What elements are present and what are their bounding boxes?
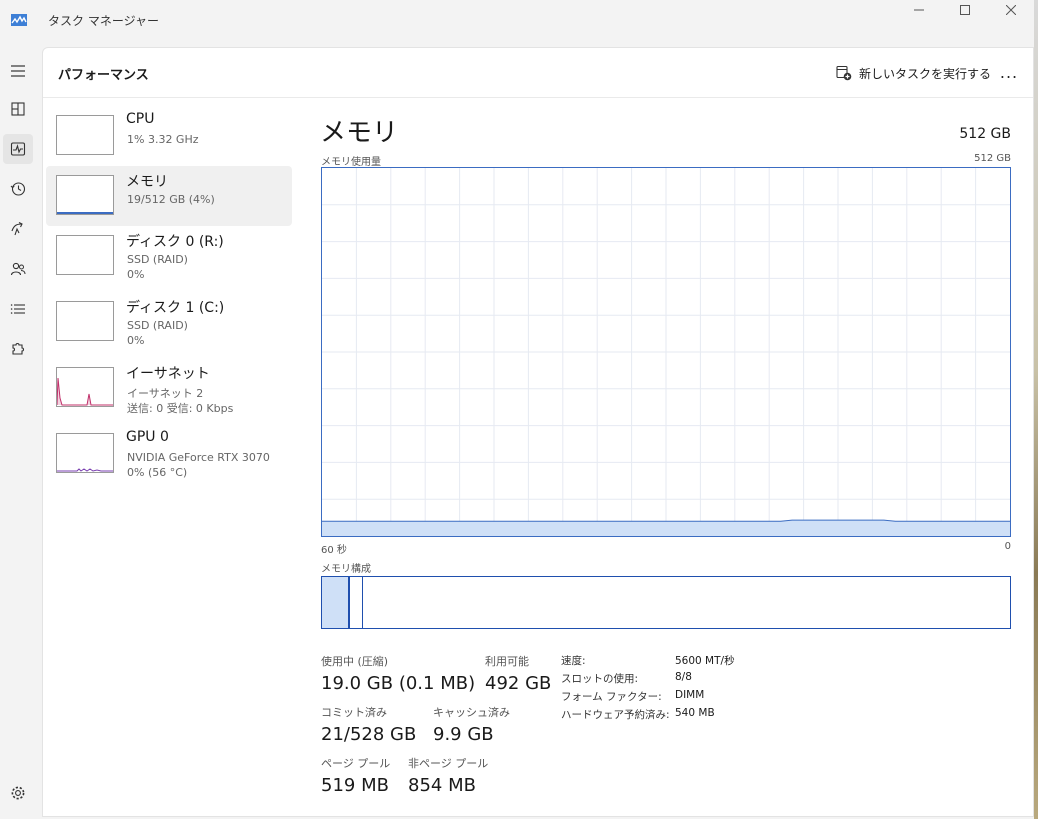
speed-label: 速度: [561, 655, 586, 667]
memory-thumbnail-graph [56, 175, 114, 215]
disk-1-thumbnail-graph [56, 301, 114, 341]
detail-title: メモリ [320, 118, 399, 148]
resource-usage: 0% [127, 268, 145, 281]
paged-pool-value: 519 MB [321, 775, 389, 796]
ethernet-thumbnail-graph [56, 367, 114, 407]
run-new-task-label: 新しいタスクを実行する [859, 66, 992, 81]
nav-performance-button[interactable] [3, 134, 33, 164]
memory-composition-label: メモリ構成 [321, 564, 371, 575]
memory-usage-label: メモリ使用量 [321, 157, 381, 168]
resource-detail: SSD (RAID) [127, 319, 188, 332]
window-title: タスク マネージャー [48, 14, 159, 28]
minimize-icon [914, 9, 924, 11]
close-button[interactable] [988, 0, 1034, 20]
available-value: 492 GB [485, 673, 552, 694]
resource-item-disk-0[interactable]: ディスク 0 (R:) SSD (RAID) 0% [46, 226, 292, 286]
memory-total: 512 GB [959, 126, 1011, 142]
resource-usage: 0% (56 °C) [127, 466, 188, 479]
disk-0-thumbnail-graph [56, 235, 114, 275]
nav-rail [0, 48, 36, 819]
resource-detail: 19/512 GB (4%) [127, 193, 215, 206]
hardware-reserved-label: ハードウェア予約済み: [561, 709, 670, 721]
processes-icon [11, 102, 25, 116]
startup-icon [11, 222, 23, 236]
paged-pool-label: ページ プール [321, 757, 391, 770]
main-panel: パフォーマンス 新しいタスクを実行する ... CPU 1% 3.32 GHz [42, 47, 1034, 817]
resource-detail: NVIDIA GeForce RTX 3070 [127, 451, 270, 464]
cached-value: 9.9 GB [433, 724, 494, 745]
resource-item-disk-1[interactable]: ディスク 1 (C:) SSD (RAID) 0% [46, 292, 292, 352]
settings-gear-icon [11, 786, 25, 800]
speed-value: 5600 MT/秒 [675, 655, 735, 667]
run-new-task-button[interactable]: 新しいタスクを実行する [836, 62, 991, 84]
slots-used-label: スロットの使用: [561, 673, 639, 685]
memory-usage-area [322, 520, 1010, 536]
graph-time-right: 0 [1004, 541, 1011, 552]
resource-name: イーサネット [126, 366, 210, 382]
resource-usage: 0% [127, 334, 145, 347]
nav-startup-apps-button[interactable] [3, 214, 33, 244]
page-header: パフォーマンス 新しいタスクを実行する ... [43, 48, 1033, 98]
users-icon [10, 262, 26, 276]
more-options-icon: ... [999, 62, 1019, 82]
maximize-icon [960, 5, 970, 15]
resource-name: GPU 0 [126, 429, 169, 445]
memory-usage-graph [321, 167, 1011, 537]
maximize-button[interactable] [942, 0, 988, 20]
nav-settings-button[interactable] [3, 778, 33, 808]
composition-in-use-segment [322, 577, 350, 628]
hamburger-menu-icon [11, 65, 25, 77]
resource-item-cpu[interactable]: CPU 1% 3.32 GHz [46, 106, 292, 166]
hardware-reserved-value: 540 MB [675, 707, 715, 719]
more-options-button[interactable]: ... [997, 60, 1021, 84]
nav-users-button[interactable] [3, 254, 33, 284]
available-label: 利用可能 [485, 655, 529, 668]
nav-services-button[interactable] [3, 334, 33, 364]
memory-usage-max: 512 GB [974, 153, 1011, 164]
nav-app-history-button[interactable] [3, 174, 33, 204]
resource-item-memory[interactable]: メモリ 19/512 GB (4%) [46, 166, 292, 226]
resource-detail: イーサネット 2 [127, 387, 204, 400]
resource-name: ディスク 1 (C:) [126, 300, 225, 316]
resource-item-gpu-0[interactable]: GPU 0 NVIDIA GeForce RTX 3070 0% (56 °C) [46, 424, 292, 484]
hamburger-menu-button[interactable] [3, 56, 33, 86]
committed-label: コミット済み [321, 706, 387, 719]
resource-throughput: 送信: 0 受信: 0 Kbps [127, 402, 234, 415]
resource-item-ethernet[interactable]: イーサネット イーサネット 2 送信: 0 受信: 0 Kbps [46, 358, 292, 418]
nav-processes-button[interactable] [3, 94, 33, 124]
minimize-button[interactable] [896, 0, 942, 20]
form-factor-value: DIMM [675, 689, 705, 701]
task-manager-app-icon [11, 11, 27, 26]
resource-name: メモリ [126, 174, 168, 190]
title-bar: タスク マネージャー [0, 0, 1038, 42]
in-use-label: 使用中 (圧縮) [321, 655, 389, 668]
close-icon [1006, 5, 1016, 15]
cpu-thumbnail-graph [56, 115, 114, 155]
cached-label: キャッシュ済み [433, 706, 510, 719]
nonpaged-pool-value: 854 MB [408, 775, 476, 796]
details-list-icon [10, 304, 25, 314]
resource-detail: 1% 3.32 GHz [127, 133, 199, 146]
memory-usage-chart [322, 168, 1010, 536]
run-task-icon [836, 65, 852, 81]
memory-composition-bar [321, 576, 1011, 629]
page-title: パフォーマンス [58, 68, 149, 83]
nonpaged-pool-label: 非ページ プール [408, 757, 489, 770]
nav-details-button[interactable] [3, 294, 33, 324]
performance-icon [10, 142, 26, 156]
resource-detail: SSD (RAID) [127, 253, 188, 266]
slots-used-value: 8/8 [675, 671, 692, 683]
graph-time-left: 60 秒 [321, 545, 347, 556]
services-puzzle-icon [12, 343, 24, 355]
in-use-value: 19.0 GB (0.1 MB) [321, 673, 476, 694]
form-factor-label: フォーム ファクター: [561, 691, 662, 703]
desktop-background-edge [1034, 0, 1038, 819]
composition-modified-segment [350, 577, 363, 628]
history-icon [10, 182, 26, 196]
resource-name: ディスク 0 (R:) [126, 234, 224, 250]
committed-value: 21/528 GB [321, 724, 417, 745]
gpu-thumbnail-graph [56, 433, 114, 473]
resource-name: CPU [126, 111, 155, 127]
